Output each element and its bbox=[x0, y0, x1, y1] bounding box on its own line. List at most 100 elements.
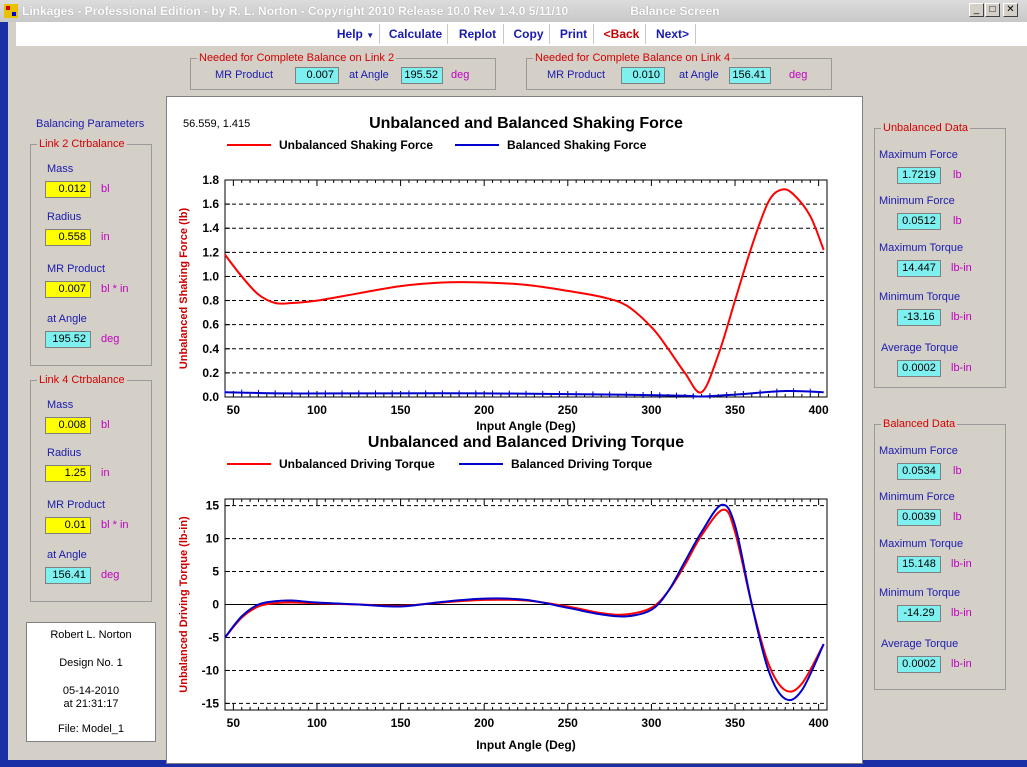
link4-radius-label: Radius bbox=[47, 447, 82, 459]
copy-button[interactable]: Copy bbox=[508, 24, 550, 44]
needed-link4-angle-unit: deg bbox=[789, 69, 808, 81]
unbalanced-data-group: Unbalanced Data Maximum Force 1.7219 lb … bbox=[874, 122, 1006, 388]
bal-max-force-field[interactable]: 0.0534 bbox=[897, 463, 941, 480]
unbal-avg-torque-unit: lb-in bbox=[951, 362, 972, 374]
force-xtick-label: 400 bbox=[809, 403, 829, 417]
needed-link4-angle-field[interactable]: 156.41 bbox=[729, 67, 771, 84]
link4-angle-label: at Angle bbox=[47, 549, 87, 561]
link2-angle-field[interactable]: 195.52 bbox=[45, 331, 91, 348]
force-ytick-label: 1.0 bbox=[202, 269, 219, 283]
design-file: File: Model_1 bbox=[57, 723, 125, 735]
needed-link2-angle-label: at Angle bbox=[349, 69, 389, 81]
minimize-icon: _ bbox=[973, 4, 980, 15]
client-area: Help ▼ Calculate Replot Copy Print <Back… bbox=[8, 22, 1027, 764]
torque-xtick-label: 150 bbox=[391, 716, 411, 730]
force-x-axis-label: Input Angle (Deg) bbox=[476, 419, 576, 433]
cursor-readout: 56.559, 1.415 bbox=[183, 118, 250, 130]
back-button[interactable]: <Back bbox=[598, 24, 646, 44]
needed-link2-angle-field[interactable]: 195.52 bbox=[401, 67, 443, 84]
calculate-button[interactable]: Calculate bbox=[384, 24, 448, 44]
unbal-min-torque-field[interactable]: -13.16 bbox=[897, 309, 941, 326]
link4-angle-field[interactable]: 156.41 bbox=[45, 567, 91, 584]
torque-series-line-1 bbox=[224, 503, 825, 702]
link2-mass-input[interactable]: 0.012 bbox=[45, 181, 91, 198]
unbal-avg-torque-field[interactable]: 0.0002 bbox=[897, 360, 941, 377]
close-button[interactable]: ✕ bbox=[1003, 3, 1018, 17]
torque-xtick-label: 200 bbox=[474, 716, 494, 730]
torque-ytick-label: -15 bbox=[202, 696, 220, 710]
force-series-line-0 bbox=[224, 188, 825, 394]
torque-ytick-label: 15 bbox=[206, 499, 220, 513]
title-bar: Linkages - Professional Edition - by R. … bbox=[0, 0, 1027, 22]
needed-link4-mr-label: MR Product bbox=[547, 69, 606, 81]
app-icon bbox=[4, 4, 18, 18]
force-xtick-label: 150 bbox=[391, 403, 411, 417]
help-button[interactable]: Help ▼ bbox=[332, 24, 380, 44]
torque-ytick-label: 10 bbox=[206, 532, 220, 546]
print-button[interactable]: Print bbox=[554, 24, 594, 44]
force-legend-label-1: Balanced Shaking Force bbox=[507, 138, 647, 152]
unbalanced-data-title: Unbalanced Data bbox=[881, 122, 971, 134]
force-ytick-label: 1.8 bbox=[202, 173, 219, 187]
torque-ytick-label: -5 bbox=[208, 630, 219, 644]
force-ytick-label: 1.6 bbox=[202, 197, 219, 211]
plot-area[interactable]: 56.559, 1.415 Unbalanced and Balanced Sha… bbox=[166, 96, 863, 764]
bal-avg-torque-field[interactable]: 0.0002 bbox=[897, 656, 941, 673]
link4-radius-input[interactable]: 1.25 bbox=[45, 465, 91, 482]
torque-xtick-label: 50 bbox=[227, 716, 241, 730]
torque-legend-label-0: Unbalanced Driving Torque bbox=[279, 457, 435, 471]
unbal-max-torque-field[interactable]: 14.447 bbox=[897, 260, 941, 277]
unbal-max-torque-unit: lb-in bbox=[951, 262, 972, 274]
replot-button[interactable]: Replot bbox=[452, 24, 504, 44]
results-panel: Unbalanced Data Maximum Force 1.7219 lb … bbox=[866, 96, 1025, 764]
minimize-button[interactable]: _ bbox=[969, 3, 984, 17]
force-series-line-1 bbox=[224, 389, 824, 398]
force-xtick-label: 100 bbox=[307, 403, 327, 417]
link4-mass-label: Mass bbox=[47, 399, 74, 411]
design-time: at 21:31:17 bbox=[63, 698, 119, 710]
needed-link4-mr-field[interactable]: 0.010 bbox=[621, 67, 665, 84]
needed-link2-title: Needed for Complete Balance on Link 2 bbox=[197, 52, 397, 64]
link2-radius-label: Radius bbox=[47, 211, 82, 223]
link4-mr-label: MR Product bbox=[47, 499, 106, 511]
bal-max-torque-label: Maximum Torque bbox=[879, 538, 964, 550]
torque-legend-label-1: Balanced Driving Torque bbox=[511, 457, 652, 471]
force-legend-label-0: Unbalanced Shaking Force bbox=[279, 138, 433, 152]
bal-min-torque-field[interactable]: -14.29 bbox=[897, 605, 941, 622]
unbal-max-force-unit: lb bbox=[953, 169, 962, 181]
next-button[interactable]: Next> bbox=[650, 24, 696, 44]
bal-min-force-field[interactable]: 0.0039 bbox=[897, 509, 941, 526]
link4-mr-input[interactable]: 0.01 bbox=[45, 517, 91, 534]
balanced-data-group: Balanced Data Maximum Force 0.0534 lb Mi… bbox=[874, 418, 1006, 690]
needed-link2-mr-field[interactable]: 0.007 bbox=[295, 67, 339, 84]
maximize-button[interactable]: □ bbox=[985, 3, 1000, 17]
needed-link4-angle-label: at Angle bbox=[679, 69, 719, 81]
link2-mr-input[interactable]: 0.007 bbox=[45, 281, 91, 298]
torque-xtick-label: 100 bbox=[307, 716, 327, 730]
bal-avg-torque-label: Average Torque bbox=[881, 638, 959, 650]
bal-max-force-unit: lb bbox=[953, 465, 962, 477]
bal-min-force-label: Minimum Force bbox=[879, 491, 955, 503]
link2-mr-label: MR Product bbox=[47, 263, 106, 275]
link4-mass-input[interactable]: 0.008 bbox=[45, 417, 91, 434]
link4-radius-unit: in bbox=[101, 467, 110, 479]
torque-x-axis-label: Input Angle (Deg) bbox=[476, 738, 576, 752]
unbal-max-force-field[interactable]: 1.7219 bbox=[897, 167, 941, 184]
unbal-min-force-field[interactable]: 0.0512 bbox=[897, 213, 941, 230]
torque-ytick-label: 0 bbox=[212, 598, 219, 612]
unbal-max-torque-label: Maximum Torque bbox=[879, 242, 964, 254]
torque-xtick-label: 300 bbox=[641, 716, 661, 730]
needed-link4-title: Needed for Complete Balance on Link 4 bbox=[533, 52, 733, 64]
force-ytick-label: 0.6 bbox=[202, 318, 219, 332]
force-plot-frame bbox=[224, 179, 828, 398]
link2-mass-unit: bl bbox=[101, 183, 110, 195]
link4-angle-unit: deg bbox=[101, 569, 120, 581]
design-info-box: Robert L. Norton Design No. 1 05-14-2010… bbox=[26, 622, 156, 742]
plot-svg: 56.559, 1.415 Unbalanced and Balanced Sha… bbox=[178, 115, 829, 752]
link2-radius-input[interactable]: 0.558 bbox=[45, 229, 91, 246]
link2-radius-unit: in bbox=[101, 231, 110, 243]
balancing-parameters-panel: Balancing Parameters Link 2 Ctrbalance M… bbox=[18, 96, 164, 764]
bal-max-torque-field[interactable]: 15.148 bbox=[897, 556, 941, 573]
link4-ctrbalance-group: Link 4 Ctrbalance Mass 0.008 bl Radius 1… bbox=[30, 374, 152, 602]
force-xtick-label: 50 bbox=[227, 403, 241, 417]
